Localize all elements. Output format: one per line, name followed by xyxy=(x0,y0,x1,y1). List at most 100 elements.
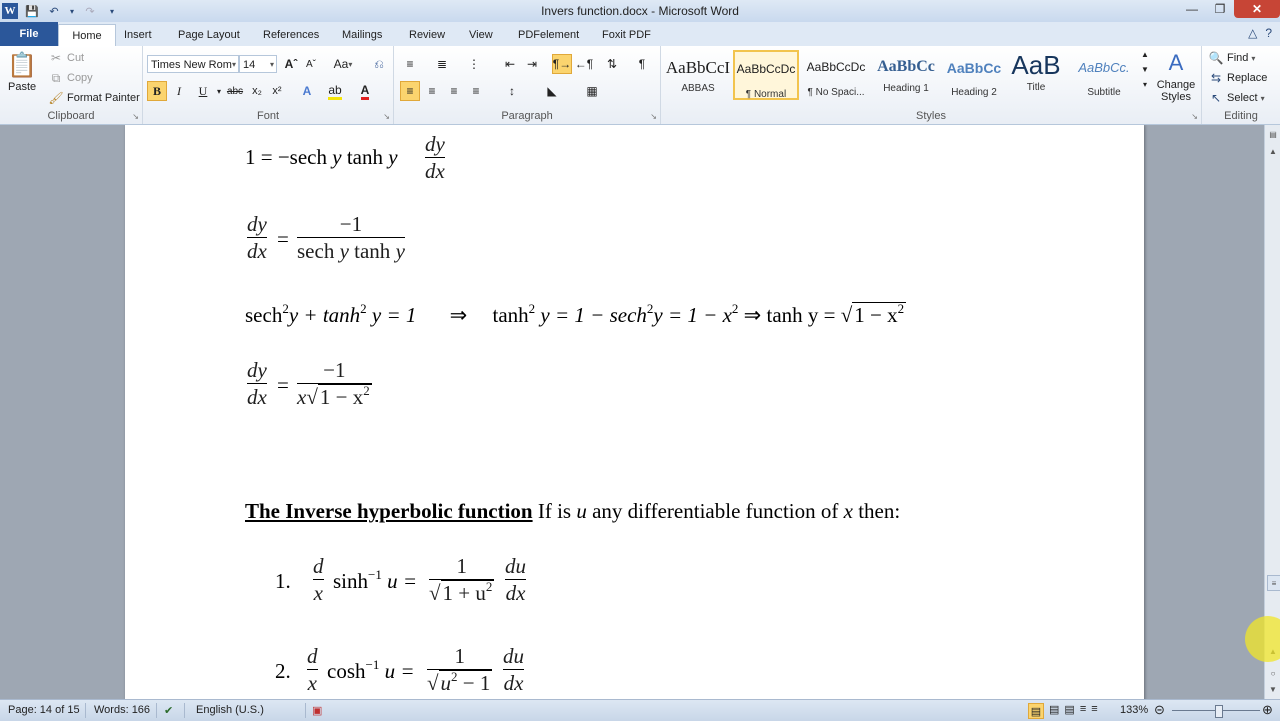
title-bar: W 💾 ↶ ▾ ↷ ▾ Invers function.docx - Micro… xyxy=(0,0,1280,22)
format-painter-button[interactable]: 🖌 Format Painter xyxy=(48,90,139,106)
eq-text: sech xyxy=(245,303,283,327)
equals-sign: = xyxy=(277,227,289,251)
style-normal[interactable]: AaBbCcDc ¶ Normal xyxy=(733,50,799,100)
grow-font-icon[interactable]: Aˆ xyxy=(281,54,301,74)
tab-page-layout[interactable]: Page Layout xyxy=(176,24,242,46)
close-button[interactable]: ✕ xyxy=(1234,0,1280,18)
style-heading-2[interactable]: AaBbCc Heading 2 xyxy=(939,50,1009,100)
chevron-up-icon[interactable]: ▲ xyxy=(1141,50,1149,59)
style-abbas[interactable]: AaBbCcI ABBAS xyxy=(665,50,731,100)
styles-scroll[interactable]: ▲ ▼ ▾ xyxy=(1139,50,1151,89)
browse-object-icon[interactable]: ○ xyxy=(1267,667,1279,679)
view-buttons: ▤ ▤ ▤ ≡ ≡ xyxy=(1028,703,1098,719)
font-name-combo[interactable]: Times New Rom ▾ xyxy=(147,55,239,73)
sort-icon[interactable]: ⇅ xyxy=(602,54,622,74)
macro-record-icon[interactable]: ▣ xyxy=(312,704,322,717)
page-count[interactable]: Page: 14 of 15 xyxy=(8,704,80,716)
scroll-thumb[interactable]: ≡ xyxy=(1267,575,1280,591)
web-layout-icon[interactable]: ▤ xyxy=(1064,703,1074,719)
tab-review[interactable]: Review xyxy=(407,24,447,46)
align-center-icon[interactable]: ≡ xyxy=(422,81,442,101)
clipboard-launcher-icon[interactable]: ↘ xyxy=(132,112,139,121)
document-page[interactable]: 1 = −sech y tanh y dy dx dy dx = −1 sech… xyxy=(125,125,1144,699)
tab-home[interactable]: Home xyxy=(58,24,116,47)
eq-var: u xyxy=(440,671,452,695)
eq-text: y = 1 − sech xyxy=(540,303,647,327)
tab-file[interactable]: File xyxy=(0,22,58,46)
text-effects-icon[interactable]: A xyxy=(297,81,317,101)
minimize-button[interactable]: — xyxy=(1178,0,1206,18)
eq-text: tanh y = xyxy=(766,303,836,327)
outline-view-icon[interactable]: ≡ xyxy=(1080,703,1086,719)
next-page-icon[interactable]: ▼ xyxy=(1267,683,1279,695)
styles-launcher-icon[interactable]: ↘ xyxy=(1191,112,1198,121)
tab-view[interactable]: View xyxy=(467,24,495,46)
ruler-toggle-icon[interactable]: ▤ xyxy=(1267,127,1279,141)
style-heading-1[interactable]: AaBbCc Heading 1 xyxy=(871,50,941,100)
bold-button[interactable]: B xyxy=(147,81,167,101)
tab-mailings[interactable]: Mailings xyxy=(340,24,384,46)
strikethrough-button[interactable]: abc xyxy=(225,81,245,101)
full-screen-reading-icon[interactable]: ▤ xyxy=(1049,703,1059,719)
zoom-out-icon[interactable]: ⊝ xyxy=(1154,702,1165,718)
tab-references[interactable]: References xyxy=(261,24,321,46)
align-right-icon[interactable]: ≡ xyxy=(444,81,464,101)
vertical-scrollbar[interactable]: ▤ ▲ ≡ ▲ ○ ▼ xyxy=(1264,125,1280,699)
subscript-icon[interactable]: x₂ xyxy=(247,81,267,101)
align-left-icon[interactable]: ≡ xyxy=(400,81,420,101)
help-icon[interactable]: ? xyxy=(1265,26,1272,40)
clear-formatting-icon[interactable]: ⎌ xyxy=(369,54,389,74)
decrease-indent-icon[interactable]: ⇤ xyxy=(500,54,520,74)
tab-foxit-pdf[interactable]: Foxit PDF xyxy=(600,24,653,46)
cut-button[interactable]: ✂ Cut xyxy=(48,50,84,66)
font-launcher-icon[interactable]: ↘ xyxy=(383,112,390,121)
word-count[interactable]: Words: 166 xyxy=(94,704,150,716)
bullets-icon[interactable]: ≡ xyxy=(400,54,420,74)
restore-button[interactable]: ❐ xyxy=(1206,0,1234,18)
line-spacing-icon[interactable]: ↕ xyxy=(502,81,522,101)
paragraph-launcher-icon[interactable]: ↘ xyxy=(650,112,657,121)
print-layout-view-icon[interactable]: ▤ xyxy=(1028,703,1044,719)
rtl-direction-icon[interactable]: ←¶ xyxy=(574,54,594,74)
style-title[interactable]: AaB Title xyxy=(1003,50,1069,100)
item-1-function: sinh−1 u = xyxy=(333,568,417,594)
highlight-icon[interactable]: ab xyxy=(325,81,345,101)
select-button[interactable]: ↖ Select ▾ xyxy=(1208,90,1265,106)
borders-icon[interactable]: ▦ xyxy=(582,81,602,101)
chevron-down-icon[interactable]: ▼ xyxy=(1141,65,1149,74)
font-size-combo[interactable]: 14 ▾ xyxy=(239,55,277,73)
tab-insert[interactable]: Insert xyxy=(122,24,154,46)
superscript-icon[interactable]: x² xyxy=(267,81,287,101)
style-subtitle[interactable]: AaBbCc. Subtitle xyxy=(1071,50,1137,100)
show-hide-marks-icon[interactable]: ¶ xyxy=(632,54,652,74)
font-color-icon[interactable]: A xyxy=(355,81,375,101)
replace-button[interactable]: ⇆ Replace xyxy=(1208,70,1267,86)
tab-pdfelement[interactable]: PDFelement xyxy=(516,24,581,46)
multilevel-list-icon[interactable]: ⋮ xyxy=(464,54,484,74)
ltr-direction-icon[interactable]: ¶→ xyxy=(552,54,572,74)
change-styles-button[interactable]: A Change Styles xyxy=(1153,50,1199,104)
draft-view-icon[interactable]: ≡ xyxy=(1091,703,1097,719)
style-no-spacing[interactable]: AaBbCcDc ¶ No Spaci... xyxy=(801,50,871,100)
item-2-fraction: 1 √u2 − 1 xyxy=(427,643,493,696)
language[interactable]: English (U.S.) xyxy=(196,704,264,716)
proofing-icon[interactable]: ✔ xyxy=(164,704,173,717)
zoom-slider-thumb[interactable] xyxy=(1215,705,1223,718)
more-styles-icon[interactable]: ▾ xyxy=(1143,80,1147,89)
zoom-in-icon[interactable]: ⊕ xyxy=(1262,702,1273,718)
numbering-icon[interactable]: ≣ xyxy=(432,54,452,74)
increase-indent-icon[interactable]: ⇥ xyxy=(522,54,542,74)
copy-button[interactable]: ⧉ Copy xyxy=(48,70,93,86)
change-case-icon[interactable]: Aa ▾ xyxy=(329,54,357,74)
window-controls: — ❐ ✕ xyxy=(1178,0,1280,18)
paste-button[interactable]: 📋 Paste xyxy=(7,50,37,94)
shading-icon[interactable]: ◣ xyxy=(542,81,562,101)
clipboard-group-label: Clipboard xyxy=(47,110,95,122)
zoom-level[interactable]: 133% xyxy=(1120,704,1148,716)
justify-icon[interactable]: ≡ xyxy=(466,81,486,101)
scroll-up-icon[interactable]: ▲ xyxy=(1267,145,1279,157)
italic-button[interactable]: I xyxy=(169,81,189,101)
find-button[interactable]: 🔍 Find ▾ xyxy=(1208,50,1256,66)
shrink-font-icon[interactable]: Aˇ xyxy=(301,54,321,74)
minimize-ribbon-icon[interactable]: △ xyxy=(1248,26,1257,40)
